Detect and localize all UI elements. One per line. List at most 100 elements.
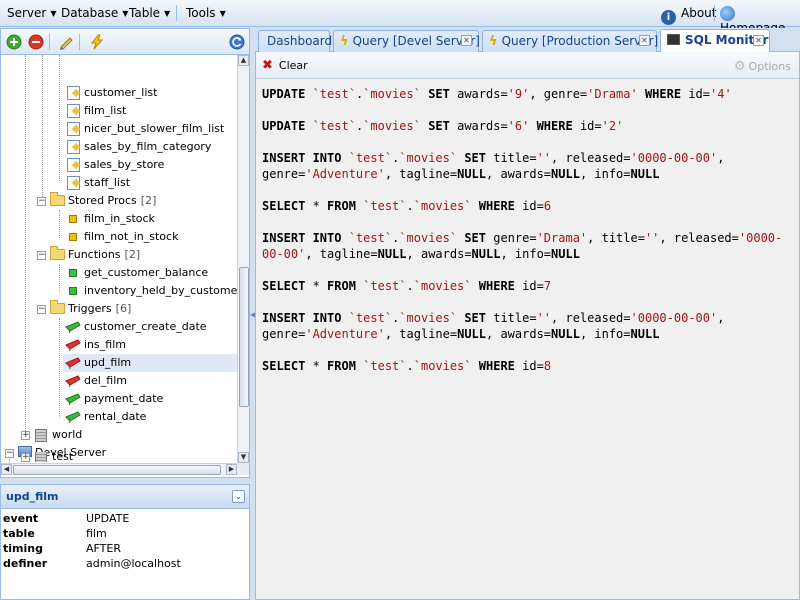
tree-horizontal-scrollbar[interactable]: ◀ ▶ xyxy=(1,463,237,475)
menu-tools[interactable]: Tools ▼ xyxy=(186,6,226,20)
sql-statement: UPDATE `test`.`movies` SET awards='9', g… xyxy=(262,86,792,102)
sql-token: , released= xyxy=(551,151,631,165)
chevron-down-icon: ▼ xyxy=(50,9,57,18)
sql-token: , tagline= xyxy=(305,247,378,261)
sql-token: `test` xyxy=(348,151,393,165)
trigger-icon xyxy=(65,375,81,387)
tab-sql-monitor[interactable]: SQL Monitor ✕ xyxy=(660,29,770,53)
sql-token: WHERE xyxy=(471,279,523,293)
sql-token: SET xyxy=(457,151,494,165)
add-button[interactable] xyxy=(6,34,22,50)
remove-button[interactable] xyxy=(28,34,44,50)
close-icon[interactable]: ✕ xyxy=(753,35,764,46)
trigger-icon xyxy=(65,321,81,333)
sql-token: genre= xyxy=(493,231,537,245)
tree-item-view[interactable]: film_list xyxy=(67,102,126,120)
tree-item-function[interactable]: get_customer_balance xyxy=(69,264,208,282)
details-header: upd_film ⌄ xyxy=(1,485,249,509)
sql-token: INSERT INTO xyxy=(262,231,349,245)
sql-token: `test` xyxy=(348,231,393,245)
toolbar-separator xyxy=(79,34,80,50)
tree-folder-triggers[interactable]: Triggers [6] xyxy=(50,300,131,318)
collapse-toggle[interactable]: − xyxy=(37,197,46,206)
sql-token: `movies` xyxy=(399,151,458,165)
tree-item-view[interactable]: sales_by_film_category xyxy=(67,138,211,156)
procedure-icon xyxy=(69,233,77,241)
scroll-up-button[interactable]: ▲ xyxy=(238,55,249,66)
sql-token: NULL xyxy=(551,327,580,341)
schema-tree: customer_list film_list nicer_but_slower… xyxy=(1,55,237,463)
menu-server[interactable]: Server ▼ xyxy=(7,6,57,20)
tree-item-procedure[interactable]: film_in_stock xyxy=(69,210,155,228)
sql-token: `movies` xyxy=(363,87,421,101)
tree-item-trigger[interactable]: del_film xyxy=(65,372,127,390)
collapse-button[interactable]: ⌄ xyxy=(232,490,245,503)
tree-folder-stored-procs[interactable]: Stored Procs [2] xyxy=(50,192,156,210)
sql-monitor-panel: ✖ Clear ⚙ Options UPDATE `test`.`movies` S… xyxy=(255,52,800,600)
tree-item-database[interactable]: world xyxy=(35,426,82,444)
scrollbar-thumb[interactable] xyxy=(239,267,249,407)
tab-query-devel[interactable]: ϟ Query [Devel Server] ✕ xyxy=(333,30,480,52)
sql-token: FROM xyxy=(327,359,364,373)
menu-separator xyxy=(176,5,177,21)
expand-toggle[interactable]: + xyxy=(21,453,30,462)
tree-item-trigger[interactable]: rental_date xyxy=(65,408,146,426)
expand-toggle[interactable]: + xyxy=(21,431,30,440)
tree-item-trigger[interactable]: payment_date xyxy=(65,390,163,408)
tree-folder-label: Triggers xyxy=(68,302,112,315)
sql-token: , info= xyxy=(579,167,631,181)
scroll-down-button[interactable]: ▼ xyxy=(238,452,249,463)
tab-query-production[interactable]: ϟ Query [Production Server] ✕ xyxy=(482,30,658,52)
scrollbar-corner xyxy=(237,463,249,475)
property-key: definer xyxy=(3,557,48,570)
clear-button[interactable]: ✖ Clear xyxy=(262,58,308,73)
menu-table[interactable]: Table ▼ xyxy=(129,6,170,20)
tree-item-function[interactable]: inventory_held_by_customer xyxy=(69,282,237,300)
about-button[interactable]: i About xyxy=(661,6,716,25)
tree-item-trigger[interactable]: ins_film xyxy=(65,336,126,354)
sql-token: id= xyxy=(579,119,602,133)
tree-item-view[interactable]: nicer_but_slower_film_list xyxy=(67,120,224,138)
tree-item-view[interactable]: sales_by_store xyxy=(67,156,164,174)
close-icon[interactable]: ✕ xyxy=(461,35,472,46)
collapse-toggle[interactable]: − xyxy=(37,305,46,314)
tree-item-procedure[interactable]: film_not_in_stock xyxy=(69,228,178,246)
tree-item-view[interactable]: customer_list xyxy=(67,84,157,102)
sql-statement: SELECT * FROM `test`.`movies` WHERE id=7 xyxy=(262,278,792,294)
sql-token: , awards= xyxy=(486,167,552,181)
info-icon: i xyxy=(661,10,676,25)
gear-icon: ⚙ xyxy=(733,59,746,74)
options-label: Options xyxy=(748,60,791,73)
options-button[interactable]: ⚙ Options xyxy=(734,59,791,74)
scrollbar-thumb[interactable] xyxy=(13,465,221,475)
sql-token: id= xyxy=(522,279,544,293)
sql-statement: INSERT INTO `test`.`movies` SET genre='D… xyxy=(262,230,792,262)
edit-button[interactable] xyxy=(58,34,74,50)
scroll-left-button[interactable]: ◀ xyxy=(1,464,12,475)
sql-token: * xyxy=(312,279,328,293)
sql-token: , released= xyxy=(659,231,739,245)
tree-vertical-scrollbar[interactable]: ▲ ▼ xyxy=(237,55,249,463)
sql-token: SELECT xyxy=(262,359,313,373)
tab-dashboard[interactable]: Dashboard xyxy=(258,30,332,52)
trigger-icon xyxy=(65,357,81,369)
tree-item-trigger[interactable]: customer_create_date xyxy=(65,318,207,336)
tree-item-trigger-selected[interactable]: upd_film xyxy=(63,354,237,372)
collapse-toggle[interactable]: − xyxy=(37,251,46,260)
view-icon xyxy=(67,176,80,190)
sql-token: SET xyxy=(420,87,458,101)
refresh-button[interactable] xyxy=(229,34,245,50)
menu-tools-label: Tools xyxy=(186,6,216,20)
sql-token: , genre= xyxy=(529,87,588,101)
scroll-right-button[interactable]: ▶ xyxy=(226,464,237,475)
function-icon xyxy=(69,269,77,277)
run-button[interactable] xyxy=(89,34,105,50)
close-icon[interactable]: ✕ xyxy=(639,35,650,46)
tree-item-view[interactable]: staff_list xyxy=(67,174,130,192)
menu-database-label: Database xyxy=(61,6,119,20)
tree-item-label: del_film xyxy=(84,374,128,387)
tree-folder-functions[interactable]: Functions [2] xyxy=(50,246,140,264)
tree-item-database[interactable]: test xyxy=(35,452,73,462)
menu-database[interactable]: Database ▼ xyxy=(61,6,128,20)
navigator-panel: customer_list film_list nicer_but_slower… xyxy=(0,28,250,478)
